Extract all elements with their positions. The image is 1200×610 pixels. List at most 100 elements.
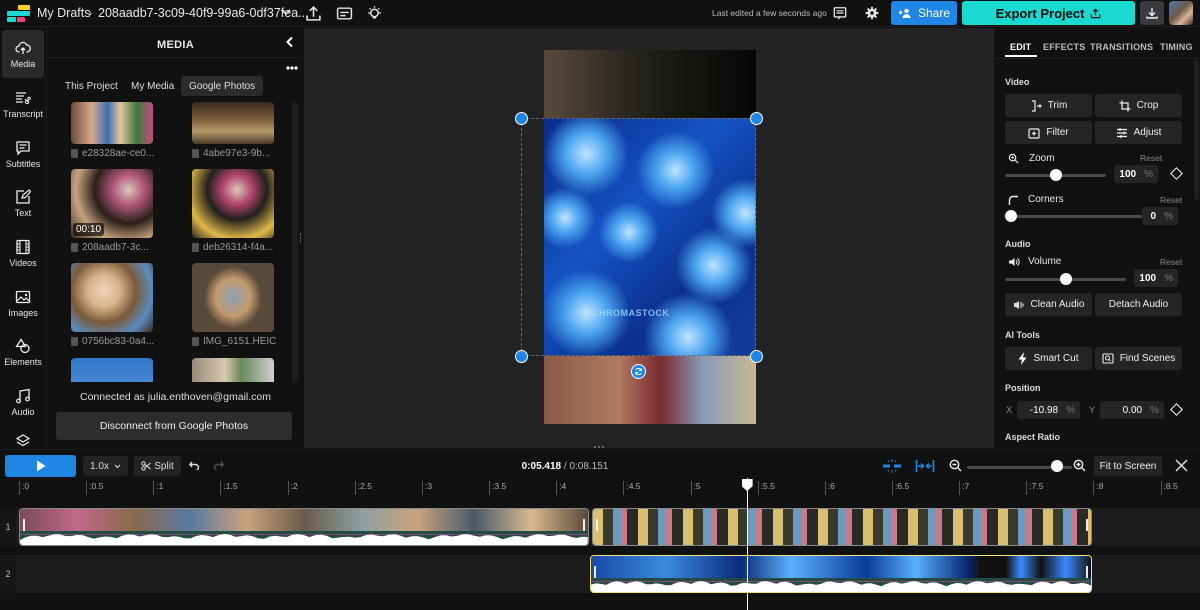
split-button[interactable]: Split — [134, 456, 181, 476]
media-thumbnail[interactable] — [71, 358, 153, 382]
media-item[interactable]: IMG_6151.HEIC — [192, 263, 276, 347]
media-item[interactable] — [71, 358, 153, 382]
trim-button[interactable]: Trim — [1005, 94, 1092, 117]
clean-audio-button[interactable]: Clean Audio — [1005, 293, 1092, 316]
rail-item-text[interactable]: Text — [2, 179, 44, 227]
media-thumbnail[interactable] — [71, 263, 153, 332]
tab-timing[interactable]: TIMING — [1160, 42, 1193, 52]
media-item[interactable]: 00:10 208aadb7-3c... — [71, 169, 153, 253]
zoom-slider-knob[interactable] — [1049, 169, 1062, 181]
zoom-out-icon[interactable] — [949, 459, 962, 472]
rail-item-audio[interactable]: Audio — [2, 378, 44, 426]
disconnect-google-photos-button[interactable]: Disconnect from Google Photos — [56, 412, 292, 440]
media-item[interactable]: 4abe97e3-9b... — [192, 102, 274, 159]
rail-item-videos[interactable]: Videos — [2, 229, 44, 277]
export-project-button[interactable]: Export Project — [962, 1, 1135, 25]
corners-reset-link[interactable]: Reset — [1160, 195, 1182, 205]
resize-handle-top-left[interactable] — [515, 112, 528, 125]
upload-icon[interactable] — [305, 5, 322, 22]
rail-item-images[interactable]: Images — [2, 279, 44, 327]
rotate-handle[interactable] — [631, 364, 646, 379]
zoom-keyframe-icon[interactable] — [1170, 167, 1183, 180]
playhead-line[interactable] — [746, 478, 748, 610]
timeline-clip[interactable] — [19, 508, 589, 546]
position-keyframe-icon[interactable] — [1170, 403, 1183, 416]
app-logo[interactable] — [7, 5, 30, 22]
corners-value-field[interactable]: 0% — [1142, 207, 1178, 225]
clip-trim-handle-left[interactable] — [593, 566, 596, 578]
media-item[interactable]: 0756bc83-0a4... — [71, 263, 154, 347]
comments-icon[interactable] — [833, 6, 847, 20]
position-y-field[interactable]: 0.00% — [1100, 401, 1164, 419]
tab-transitions[interactable]: TRANSITIONS — [1090, 42, 1153, 52]
lightbulb-icon[interactable] — [366, 5, 383, 22]
clip-trim-handle-left[interactable] — [23, 519, 25, 531]
clip-trim-handle-right[interactable] — [1086, 566, 1089, 578]
timeline-ruler[interactable]: :0:0.5:1:1.5:2:2.5:3:3.5:4:4.5:5:5.5:6:6… — [18, 481, 1200, 495]
fit-to-screen-button[interactable]: Fit to Screen — [1094, 456, 1162, 476]
undo-icon[interactable] — [189, 461, 200, 470]
project-name[interactable]: 208aadb7-3c09-40f9-99a6-0df37fea... — [98, 6, 309, 20]
media-thumbnail[interactable]: 00:10 — [71, 169, 153, 238]
clip-trim-handle-right[interactable] — [582, 519, 585, 531]
crop-button[interactable]: Crop — [1095, 94, 1182, 117]
resize-handle-top-right[interactable] — [750, 112, 763, 125]
media-thumbnail[interactable] — [192, 102, 274, 144]
adjust-button[interactable]: Adjust — [1095, 121, 1182, 144]
collapse-panel-chevron-icon[interactable] — [285, 36, 295, 48]
tab-edit[interactable]: EDIT — [1010, 42, 1031, 52]
media-item[interactable] — [192, 358, 274, 382]
timeline-clip-selected[interactable] — [589, 555, 1093, 593]
download-button[interactable] — [1140, 1, 1164, 25]
media-thumbnail[interactable] — [192, 169, 274, 238]
tab-this-project[interactable]: This Project — [57, 76, 126, 96]
tab-my-media[interactable]: My Media — [123, 76, 182, 96]
volume-reset-link[interactable]: Reset — [1160, 257, 1182, 267]
play-button[interactable] — [5, 455, 76, 477]
corners-slider[interactable] — [1005, 215, 1143, 218]
timeline-clip[interactable] — [591, 508, 1093, 546]
position-x-field[interactable]: -10.98% — [1017, 401, 1080, 419]
user-avatar[interactable] — [1169, 1, 1193, 25]
settings-gear-icon[interactable] — [865, 6, 879, 20]
more-options-icon[interactable] — [286, 66, 298, 70]
rail-item-media[interactable]: Media — [2, 30, 44, 78]
clip-trim-handle-right[interactable] — [1086, 519, 1089, 531]
timeline-zoom-knob[interactable] — [1050, 460, 1063, 472]
media-thumbnail[interactable] — [71, 102, 153, 144]
properties-scrollbar[interactable] — [1194, 60, 1199, 200]
media-scrollbar[interactable] — [292, 102, 298, 382]
media-item[interactable]: deb26314-f4a... — [192, 169, 274, 253]
rail-item-elements[interactable]: Elements — [2, 328, 44, 376]
fit-gaps-icon[interactable] — [915, 459, 935, 473]
timeline-resize-handle[interactable] — [594, 446, 604, 448]
snap-split-icon[interactable] — [882, 459, 902, 473]
media-thumbnail[interactable] — [192, 358, 274, 382]
detach-audio-button[interactable]: Detach Audio — [1095, 293, 1182, 316]
filter-button[interactable]: Filter — [1005, 121, 1092, 144]
close-timeline-icon[interactable] — [1175, 459, 1188, 472]
media-item[interactable]: e28328ae-ce0... — [71, 102, 154, 159]
chevron-down-icon[interactable] — [280, 6, 292, 18]
find-scenes-button[interactable]: Find Scenes — [1095, 347, 1182, 370]
tab-google-photos[interactable]: Google Photos — [181, 76, 264, 96]
clip-trim-handle-left[interactable] — [595, 519, 598, 531]
resize-handle-bottom-left[interactable] — [515, 350, 528, 363]
volume-value-field[interactable]: 100% — [1134, 269, 1178, 287]
resize-handle-bottom-right[interactable] — [750, 350, 763, 363]
subtitles-toggle-icon[interactable] — [336, 5, 353, 22]
smart-cut-button[interactable]: Smart Cut — [1005, 347, 1092, 370]
zoom-value-field[interactable]: 100% — [1114, 165, 1158, 183]
breadcrumb-my-drafts[interactable]: My Drafts — [37, 6, 90, 20]
rail-item-transcript[interactable]: Transcript — [2, 80, 44, 128]
corners-slider-knob[interactable] — [1005, 210, 1017, 222]
share-button[interactable]: Share — [891, 1, 957, 25]
tab-effects[interactable]: EFFECTS — [1043, 42, 1085, 52]
zoom-in-icon[interactable] — [1073, 459, 1086, 472]
playback-speed-dropdown[interactable]: 1.0x — [83, 456, 128, 476]
zoom-reset-link[interactable]: Reset — [1140, 153, 1162, 163]
volume-slider-knob[interactable] — [1059, 273, 1072, 285]
media-thumbnail[interactable] — [192, 263, 274, 332]
panel-resize-handle[interactable] — [300, 233, 302, 243]
redo-icon[interactable] — [213, 461, 224, 470]
